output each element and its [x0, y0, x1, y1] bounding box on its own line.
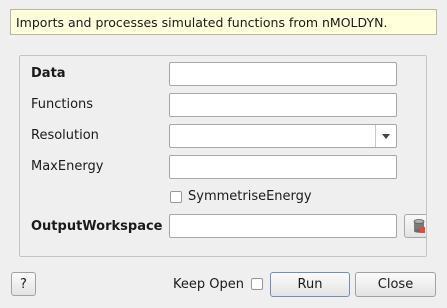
algorithm-description: Imports and processes simulated function… [10, 9, 437, 35]
close-button[interactable]: Close [355, 272, 436, 297]
symmetrise-energy-checkbox[interactable] [170, 191, 182, 203]
run-button[interactable]: Run [270, 272, 350, 297]
data-label: Data [31, 66, 66, 81]
dropdown-arrow-button[interactable] [375, 125, 396, 147]
keep-open-label[interactable]: Keep Open [173, 277, 244, 292]
browse-workspace-button[interactable] [404, 214, 426, 238]
max-energy-label: MaxEnergy [31, 159, 104, 174]
functions-label: Functions [31, 97, 94, 112]
chevron-down-icon [382, 134, 390, 139]
max-energy-input[interactable] [169, 155, 397, 179]
functions-input[interactable] [169, 93, 397, 117]
keep-open-checkbox[interactable] [251, 278, 263, 290]
data-input[interactable] [169, 62, 397, 86]
symmetrise-energy-label[interactable]: SymmetriseEnergy [188, 189, 312, 204]
properties-group: Data Functions Resolution MaxEnergy Symm… [19, 55, 427, 257]
resolution-dropdown[interactable] [169, 124, 397, 148]
resolution-label: Resolution [31, 128, 99, 143]
output-workspace-label: OutputWorkspace [31, 219, 163, 234]
database-icon [413, 219, 425, 233]
output-workspace-input[interactable] [169, 214, 397, 238]
help-button[interactable]: ? [11, 272, 36, 296]
